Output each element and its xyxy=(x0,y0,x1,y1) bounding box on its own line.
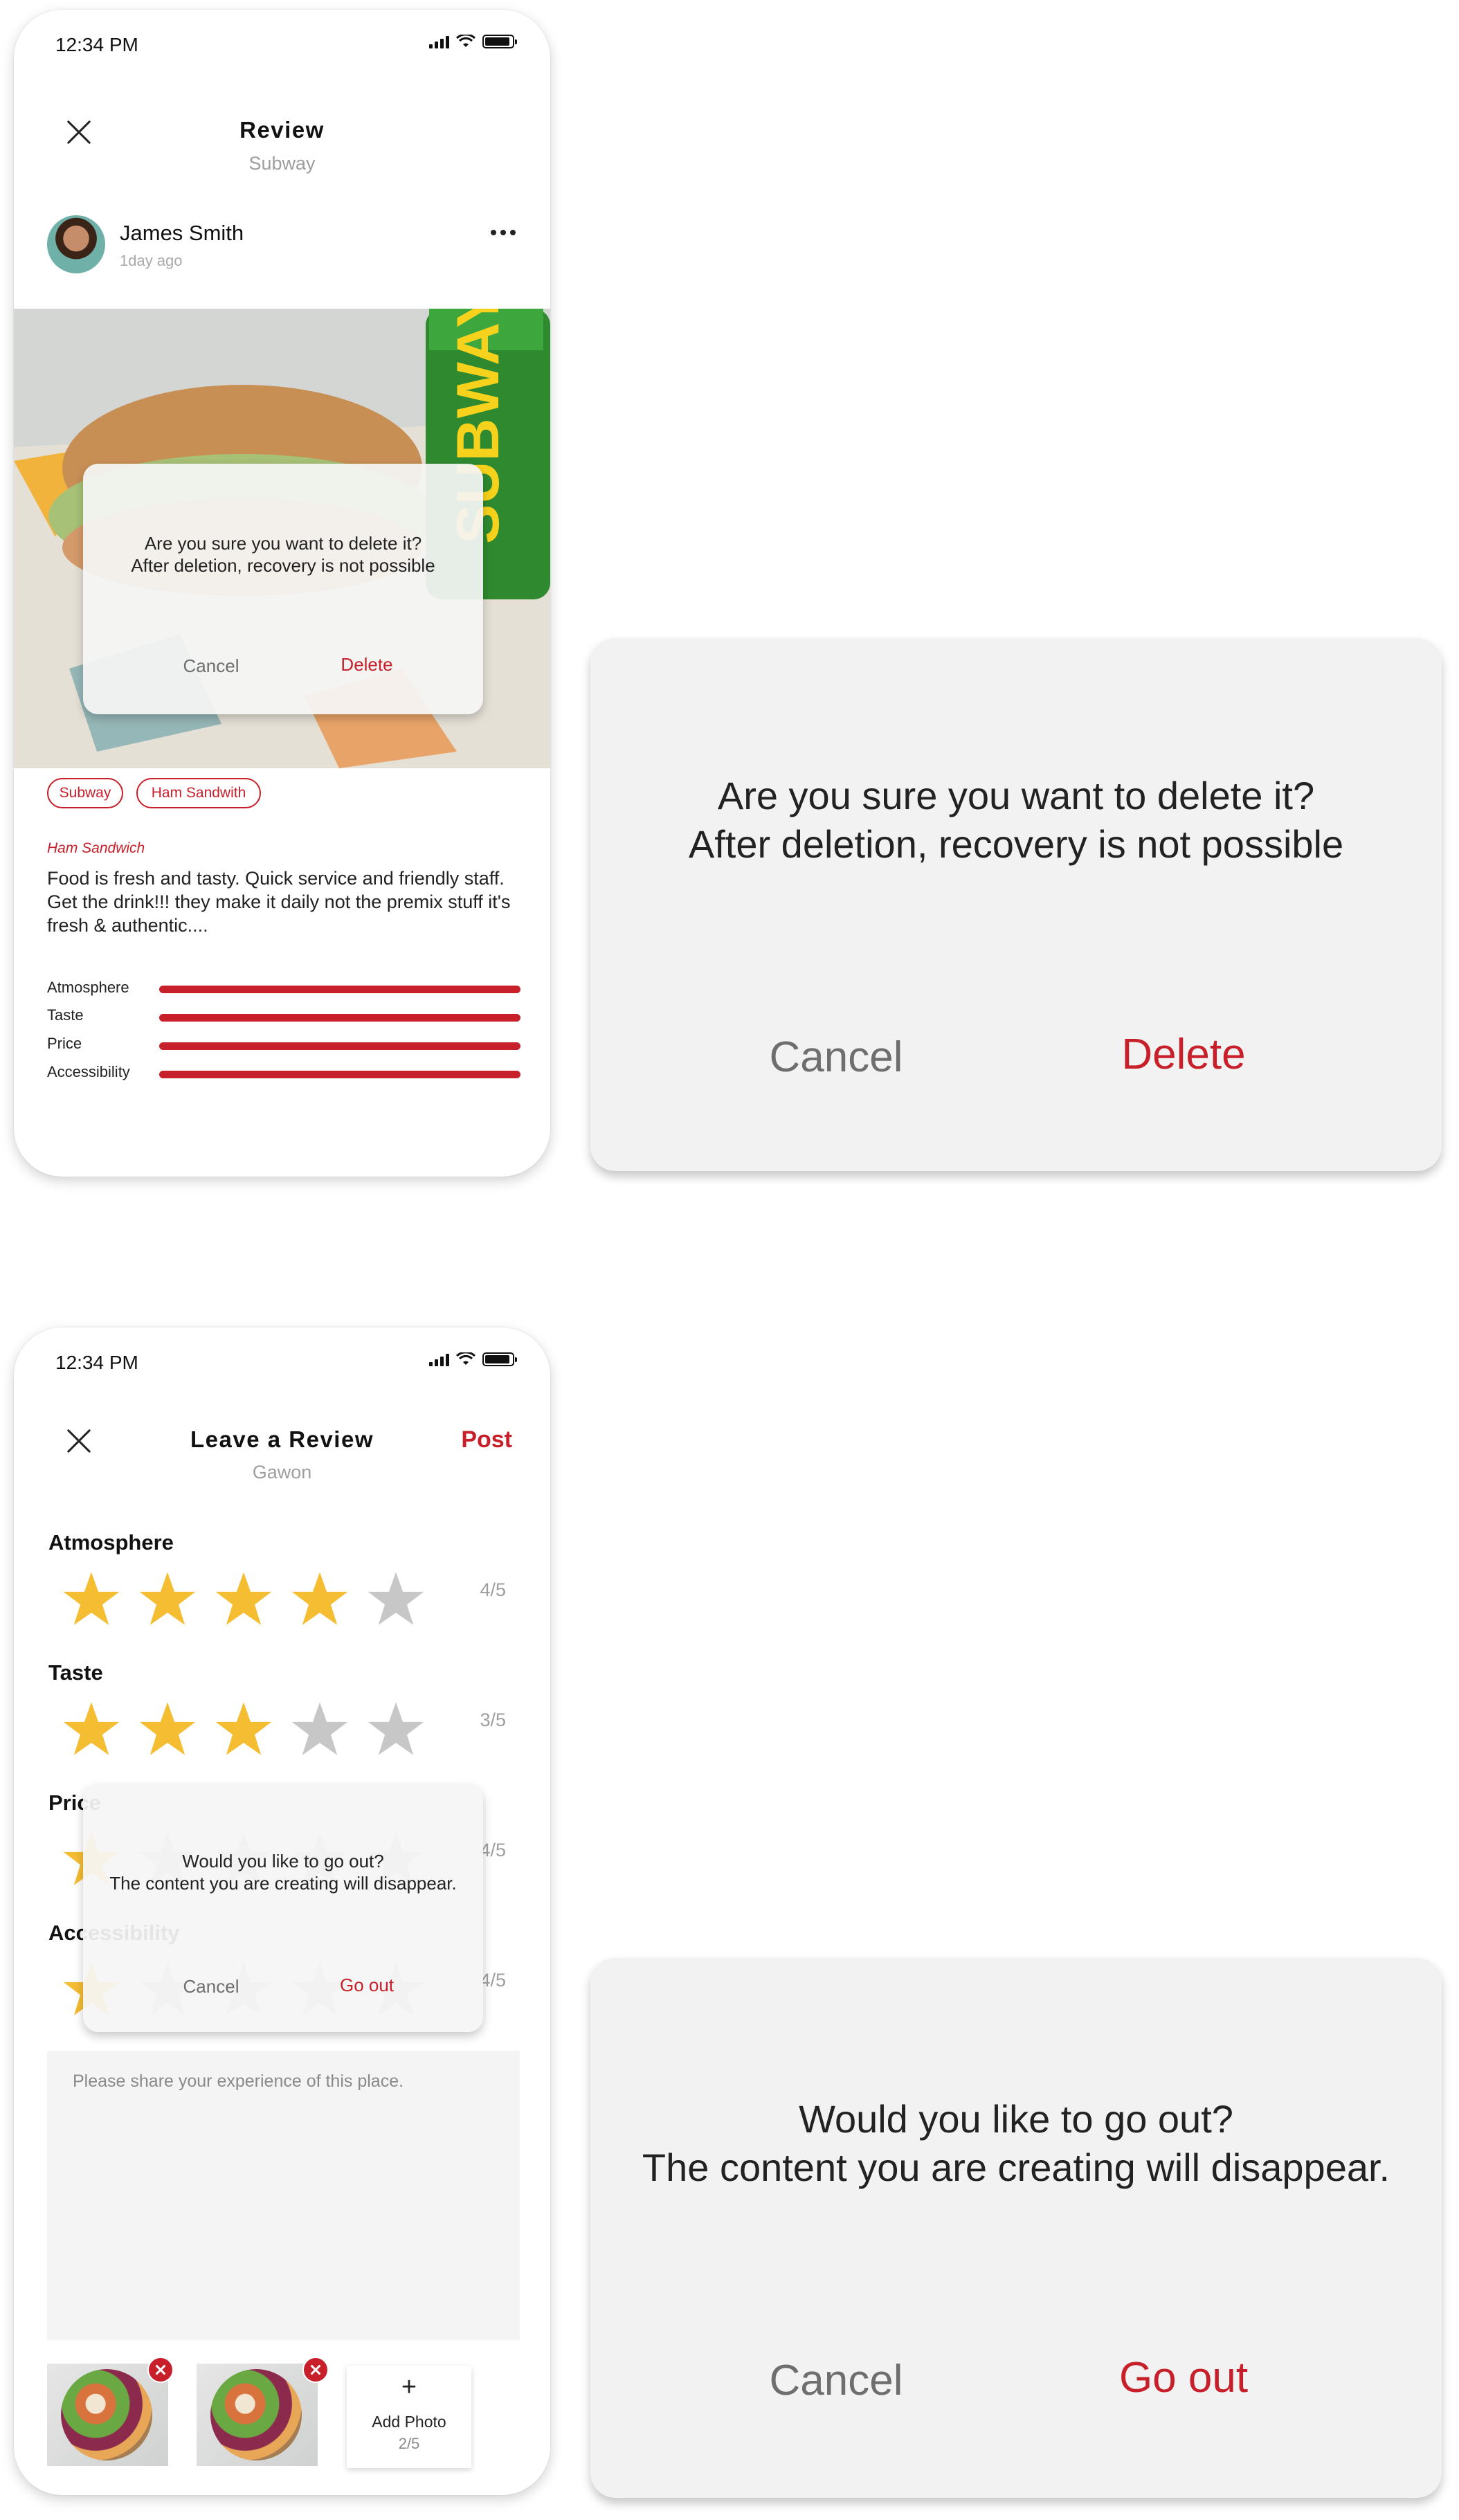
score-price: 4/5 xyxy=(480,1840,506,1860)
tag-subway[interactable]: Subway xyxy=(47,778,123,808)
star-filled-icon[interactable] xyxy=(62,1570,120,1628)
score-atmosphere: 4/5 xyxy=(480,1579,506,1600)
score-accessibility: 4/5 xyxy=(480,1970,506,1991)
user-name: James Smith xyxy=(120,221,244,245)
more-options-icon[interactable] xyxy=(491,230,516,235)
add-photo-button[interactable]: + Add Photo 2/5 xyxy=(347,2366,471,2468)
remove-photo-icon[interactable] xyxy=(147,2357,174,2383)
page-subtitle: Subway xyxy=(248,153,316,174)
photo-thumbnail[interactable] xyxy=(197,2364,318,2466)
status-time: 12:34 PM xyxy=(55,34,138,55)
review-screen: 12:34 PM Review Subway James Smith 1day … xyxy=(14,10,550,1177)
delete-dialog-message-line2: After deletion, recovery is not possible xyxy=(688,822,1344,866)
review-text: Food is fresh and tasty. Quick service a… xyxy=(47,868,511,936)
photo-thumbnail[interactable] xyxy=(47,2364,168,2466)
go-out-dialog-message-line1: Would you like to go out? xyxy=(182,1851,384,1871)
delete-dialog-message-line1: Are you sure you want to delete it? xyxy=(144,533,422,554)
go-out-dialog-message-line1: Would you like to go out? xyxy=(799,2097,1233,2141)
add-photo-count: 2/5 xyxy=(398,2435,420,2452)
avatar[interactable] xyxy=(47,215,105,273)
star-empty-icon[interactable] xyxy=(367,1700,425,1758)
signal-icon xyxy=(429,1352,449,1366)
plus-icon: + xyxy=(401,2373,417,2402)
cancel-button-small[interactable]: Cancel xyxy=(170,1976,253,1997)
post-button[interactable]: Post xyxy=(461,1426,512,1453)
rating-bar-taste xyxy=(159,1014,520,1022)
star-filled-icon[interactable] xyxy=(215,1570,273,1628)
rating-bar-accessibility xyxy=(159,1071,520,1078)
wifi-icon xyxy=(456,35,475,47)
delete-button-small[interactable]: Delete xyxy=(325,654,408,676)
star-empty-icon[interactable] xyxy=(367,1570,425,1628)
category-label-taste: Taste xyxy=(48,1660,103,1685)
delete-dialog-message-line2: After deletion, recovery is not possible xyxy=(131,555,435,576)
tag-ham-sandwith[interactable]: Ham Sandwith xyxy=(136,778,261,808)
go-out-dialog-message-line2: The content you are creating will disapp… xyxy=(642,2146,1390,2189)
delete-dialog-small: Are you sure you want to delete it? Afte… xyxy=(83,464,483,714)
category-label-atmosphere: Atmosphere xyxy=(48,1530,174,1554)
status-time: 12:34 PM xyxy=(55,1352,138,1373)
rating-label-taste: Taste xyxy=(47,1006,84,1024)
go-out-dialog: Would you like to go out? The content yo… xyxy=(590,1958,1442,2498)
go-out-button[interactable]: Go out xyxy=(1083,2353,1284,2402)
textarea-placeholder: Please share your experience of this pla… xyxy=(73,2072,404,2091)
salad-bowl-photo xyxy=(61,2369,152,2460)
cancel-button[interactable]: Cancel xyxy=(736,1033,936,1082)
go-out-button-small[interactable]: Go out xyxy=(325,1975,408,1996)
review-textarea[interactable]: Please share your experience of this pla… xyxy=(47,2051,520,2340)
menu-item-label: Ham Sandwich xyxy=(47,840,145,856)
rating-bar-price xyxy=(159,1042,520,1050)
review-time: 1day ago xyxy=(120,252,183,269)
star-filled-icon[interactable] xyxy=(138,1570,197,1628)
cancel-button-small[interactable]: Cancel xyxy=(170,655,253,677)
star-filled-icon[interactable] xyxy=(138,1700,197,1758)
go-out-dialog-message-line2: The content you are creating will disapp… xyxy=(109,1873,457,1894)
delete-dialog: Are you sure you want to delete it? Afte… xyxy=(590,638,1442,1171)
delete-dialog-message-line1: Are you sure you want to delete it? xyxy=(717,774,1315,817)
rating-bar-atmosphere xyxy=(159,986,520,993)
cancel-button[interactable]: Cancel xyxy=(736,2356,936,2405)
remove-photo-icon[interactable] xyxy=(302,2357,329,2383)
wifi-icon xyxy=(456,1352,475,1365)
add-photo-label: Add Photo xyxy=(372,2413,446,2431)
rating-label-price: Price xyxy=(47,1035,82,1052)
status-icons xyxy=(429,35,517,48)
status-icons xyxy=(429,1352,517,1366)
page-title: Review xyxy=(239,117,325,143)
page-subtitle: Gawon xyxy=(252,1462,312,1483)
signal-icon xyxy=(429,35,449,48)
go-out-dialog-small: Would you like to go out? The content yo… xyxy=(83,1784,483,2032)
score-taste: 3/5 xyxy=(480,1710,506,1730)
star-filled-icon[interactable] xyxy=(215,1700,273,1758)
battery-icon xyxy=(482,1352,517,1366)
star-filled-icon[interactable] xyxy=(291,1570,349,1628)
leave-review-screen: 12:34 PM Leave a Review Gawon Post Atmos… xyxy=(14,1327,550,2495)
delete-button[interactable]: Delete xyxy=(1083,1030,1284,1079)
rating-label-atmosphere: Atmosphere xyxy=(47,979,129,996)
rating-label-accessibility: Accessibility xyxy=(47,1063,130,1080)
star-empty-icon[interactable] xyxy=(291,1700,349,1758)
battery-icon xyxy=(482,35,517,48)
star-filled-icon[interactable] xyxy=(62,1700,120,1758)
salad-bowl-photo xyxy=(210,2369,302,2460)
